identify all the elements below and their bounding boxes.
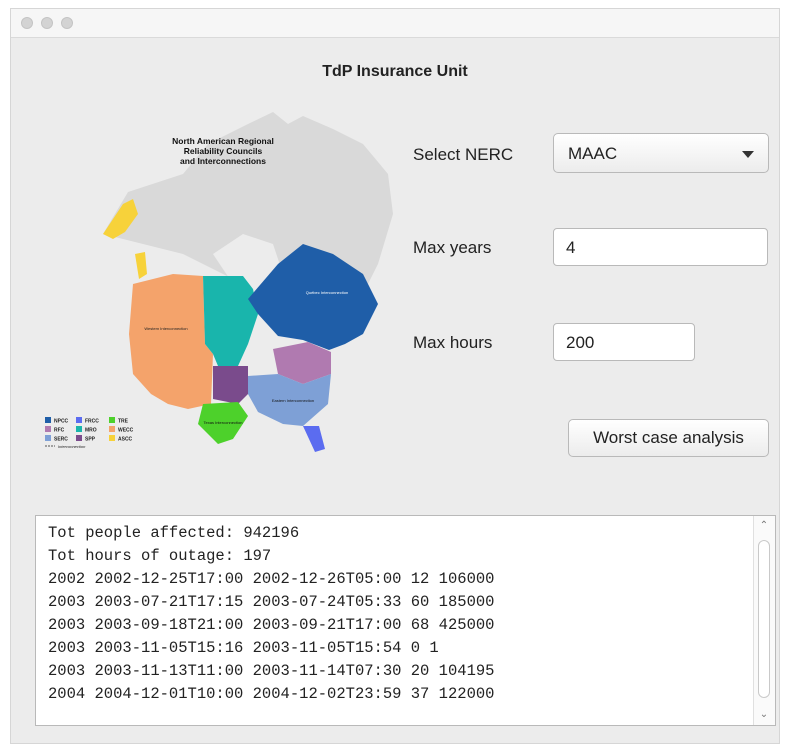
legend-swatch-npcc bbox=[45, 417, 51, 423]
label-quebec-interconnection: Québec Interconnection bbox=[306, 290, 348, 295]
scrollbar-thumb[interactable] bbox=[758, 540, 770, 698]
legend-interconnection-label: Interconnection bbox=[58, 444, 86, 449]
legend-label-rfc: RFC bbox=[54, 428, 65, 434]
region-wecc bbox=[129, 274, 213, 409]
region-frcc bbox=[303, 426, 325, 452]
map-title-line-2: Reliability Councils bbox=[184, 146, 263, 156]
result-line: 2003 2003-11-05T15:16 2003-11-05T15:54 0… bbox=[48, 639, 439, 657]
result-line: 2003 2003-11-13T11:00 2003-11-14T07:30 2… bbox=[48, 662, 495, 680]
close-window-button[interactable] bbox=[21, 17, 33, 29]
nerc-select-value: MAAC bbox=[568, 144, 618, 163]
app-title: TdP Insurance Unit bbox=[322, 63, 468, 80]
result-line: Tot people affected: 942196 bbox=[48, 524, 300, 542]
map-title-line-3: and Interconnections bbox=[180, 156, 266, 166]
legend-label-serc: SERC bbox=[54, 437, 68, 443]
max-hours-input[interactable]: 200 bbox=[553, 323, 695, 361]
nerc-regions-map: North American Regional Reliability Coun… bbox=[45, 112, 393, 452]
chevron-down-icon bbox=[742, 151, 754, 158]
app-window: TdP Insurance Unit North American Region… bbox=[10, 8, 780, 744]
legend-label-wecc: WECC bbox=[118, 428, 134, 434]
legend-label-npcc: NPCC bbox=[54, 419, 69, 425]
label-texas-interconnection: Texas Interconnection bbox=[204, 420, 243, 425]
legend-swatch-serc bbox=[45, 435, 51, 441]
result-line: 2004 2004-12-01T10:00 2004-12-02T23:59 3… bbox=[48, 685, 495, 703]
legend-label-frcc: FRCC bbox=[85, 419, 99, 425]
label-western-interconnection: Western Interconnection bbox=[144, 326, 187, 331]
result-line: 2003 2003-07-21T17:15 2003-07-24T05:33 6… bbox=[48, 593, 495, 611]
region-ascc-yukon bbox=[135, 252, 147, 279]
legend-swatch-spp bbox=[76, 435, 82, 441]
title-bar bbox=[11, 9, 779, 38]
label-eastern-interconnection: Eastern Interconnection bbox=[272, 398, 314, 403]
nerc-select[interactable]: MAAC bbox=[553, 133, 769, 173]
result-line: 2003 2003-09-18T21:00 2003-09-21T17:00 6… bbox=[48, 616, 495, 634]
map-legend: NPCC FRCC TRE RFC MRO WECC SERC SPP ASCC… bbox=[45, 417, 134, 449]
legend-label-spp: SPP bbox=[85, 437, 96, 443]
region-spp bbox=[213, 366, 248, 404]
legend-swatch-frcc bbox=[76, 417, 82, 423]
legend-swatch-tre bbox=[109, 417, 115, 423]
legend-swatch-ascc bbox=[109, 435, 115, 441]
legend-swatch-mro bbox=[76, 426, 82, 432]
zoom-window-button[interactable] bbox=[61, 17, 73, 29]
results-text: Tot people affected: 942196 Tot hours of … bbox=[48, 522, 494, 706]
max-years-input[interactable]: 4 bbox=[553, 228, 768, 266]
hours-label: Max hours bbox=[413, 333, 493, 352]
result-line: 2002 2002-12-25T17:00 2002-12-26T05:00 1… bbox=[48, 570, 495, 588]
legend-swatch-rfc bbox=[45, 426, 51, 432]
legend-label-ascc: ASCC bbox=[118, 437, 133, 443]
years-label: Max years bbox=[413, 238, 492, 257]
nerc-label: Select NERC bbox=[413, 145, 514, 164]
results-text-area[interactable]: Tot people affected: 942196 Tot hours of … bbox=[35, 515, 776, 726]
scroll-down-icon[interactable]: ⌄ bbox=[758, 709, 770, 721]
minimize-window-button[interactable] bbox=[41, 17, 53, 29]
scroll-up-icon[interactable]: ⌃ bbox=[758, 520, 770, 532]
map-title-line-1: North American Regional bbox=[172, 136, 274, 146]
results-scrollbar[interactable]: ⌃ ⌄ bbox=[753, 516, 775, 725]
result-line: Tot hours of outage: 197 bbox=[48, 547, 272, 565]
legend-swatch-wecc bbox=[109, 426, 115, 432]
worst-case-analysis-button[interactable]: Worst case analysis bbox=[568, 419, 769, 457]
legend-label-mro: MRO bbox=[85, 428, 97, 434]
legend-label-tre: TRE bbox=[118, 419, 129, 425]
